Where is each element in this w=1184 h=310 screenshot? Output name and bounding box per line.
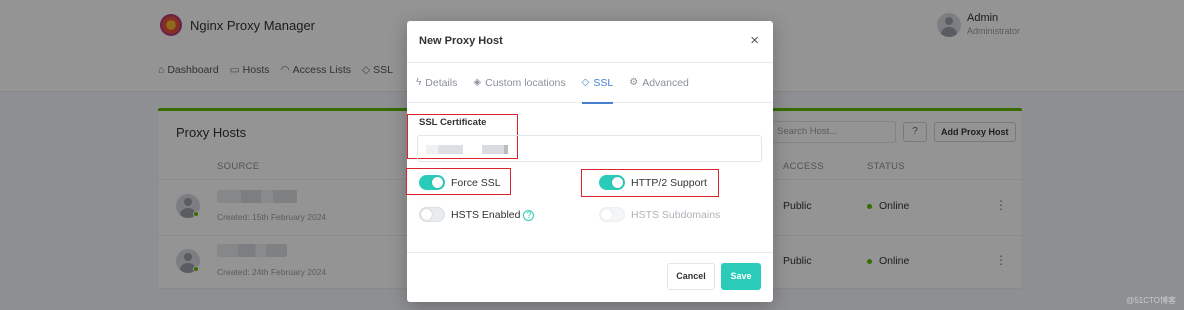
new-proxy-host-modal: New Proxy Host × ϟ Details ◈ Custom locati… (406, 21, 773, 302)
force-ssl-toggle[interactable] (419, 175, 445, 190)
tab-details[interactable]: ϟ Details (416, 63, 457, 103)
modal-title: New Proxy Host (419, 35, 503, 47)
ssl-certificate-label: SSL Certificate (419, 117, 487, 128)
blurred-certificate (426, 145, 508, 154)
watermark: @51CTO博客 (1126, 296, 1176, 305)
save-button[interactable]: Save (721, 263, 761, 290)
http2-support-toggle[interactable] (599, 175, 625, 190)
hsts-enabled-label: HSTS Enabled? (451, 209, 535, 221)
divider (407, 252, 773, 253)
help-circle-icon[interactable]: ? (523, 210, 535, 221)
shield-icon: ◇ (581, 77, 590, 88)
hsts-subdomains-label: HSTS Subdomains (631, 209, 721, 221)
close-icon[interactable]: × (750, 32, 759, 49)
zap-icon: ϟ (416, 77, 422, 88)
cancel-button[interactable]: Cancel (667, 263, 715, 290)
modal-tabs: ϟ Details ◈ Custom locations ◇ SSL ⚙ Advance… (407, 63, 773, 104)
layers-icon: ◈ (473, 77, 482, 88)
ssl-certificate-select[interactable] (417, 135, 762, 162)
tab-advanced[interactable]: ⚙ Advanced (629, 63, 689, 103)
gear-icon: ⚙ (629, 77, 639, 88)
modal-header: New Proxy Host × (407, 21, 773, 63)
hsts-subdomains-toggle[interactable] (599, 207, 625, 222)
hsts-enabled-toggle[interactable] (419, 207, 445, 222)
force-ssl-label: Force SSL (451, 177, 501, 189)
tab-ssl[interactable]: ◇ SSL (581, 63, 613, 104)
http2-support-label: HTTP/2 Support (631, 177, 707, 189)
tab-custom-locations[interactable]: ◈ Custom locations (473, 63, 565, 103)
